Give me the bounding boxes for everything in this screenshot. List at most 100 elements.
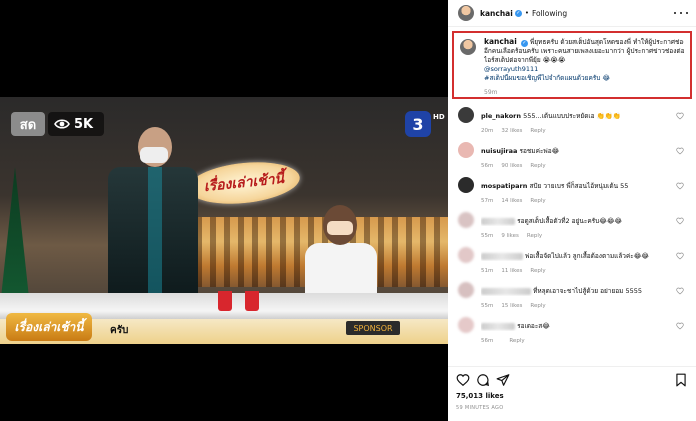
blurred-username xyxy=(481,287,531,295)
comment-body: พ่อเสื้อจัดไปแล้ว ลูกเสื้อต้องตามแล้วค่ะ… xyxy=(481,251,661,261)
christmas-tree xyxy=(0,167,30,307)
like-count[interactable]: 75,013 likes xyxy=(456,392,504,400)
blurred-username xyxy=(481,217,515,225)
comment-like-icon[interactable] xyxy=(676,322,684,330)
comment-avatar[interactable] xyxy=(458,282,474,298)
comment-avatar[interactable] xyxy=(458,177,474,193)
eye-icon xyxy=(54,119,70,129)
comment-meta: 51m 11 likes Reply xyxy=(481,268,546,274)
comment-time: 56m xyxy=(481,338,494,344)
view-count: 5K xyxy=(74,116,94,132)
comment-likes[interactable]: 32 likes xyxy=(501,128,522,134)
comment-likes[interactable]: 90 likes xyxy=(501,163,522,169)
comment-like-icon[interactable] xyxy=(676,147,684,155)
comment-body: ที่หลุดเอาจะชาไปสู้ด้วย อย่ายอม 5555 xyxy=(481,286,661,296)
sponsor-tag: SPONSOR xyxy=(346,321,400,335)
show-logo-text: เรื่องเล่าเช้านี้ xyxy=(203,170,285,196)
comment-row: รอดูสเต็ปเสื้อตัวที่2 อยู่นะครับ😂😂😂 55m … xyxy=(448,210,696,245)
comment-like-icon[interactable] xyxy=(676,112,684,120)
caption-username[interactable]: kanchai xyxy=(484,37,517,46)
comment-like-icon[interactable] xyxy=(676,252,684,260)
reply-link[interactable]: Reply xyxy=(530,128,545,134)
comment-avatar[interactable] xyxy=(458,212,474,228)
comment-like-icon[interactable] xyxy=(676,217,684,225)
comment-avatar[interactable] xyxy=(458,247,474,263)
red-mug xyxy=(245,291,259,311)
show-logo: เรื่องเล่าเช้านี้ xyxy=(186,157,302,209)
reply-link[interactable]: Reply xyxy=(527,233,542,239)
video-frame[interactable]: เรื่องเล่าเช้านี้ เรื่องเล่าเช้านี้ ครับ… xyxy=(0,97,448,344)
female-presenter xyxy=(305,205,377,305)
post-header: kanchai ✓ • Following xyxy=(448,0,696,27)
caption-mention[interactable]: @sorrayuth9111 xyxy=(484,65,684,74)
comment-time: 20m xyxy=(481,128,494,134)
comment-text: รอชมค่ะพ่อ😂 xyxy=(519,147,560,155)
comment-meta: 55m 15 likes Reply xyxy=(481,303,546,309)
reply-link[interactable]: Reply xyxy=(530,268,545,274)
live-badge: สด xyxy=(11,112,45,136)
comment-body: รอดูสเต็ปเสื้อตัวที่2 อยู่นะครับ😂😂😂 xyxy=(481,216,661,226)
reply-link[interactable]: Reply xyxy=(530,198,545,204)
comment-avatar[interactable] xyxy=(458,317,474,333)
comment-meta: 56m 90 likes Reply xyxy=(481,163,546,169)
comment-username[interactable]: mospatiparn xyxy=(481,182,527,190)
comment-likes[interactable]: 11 likes xyxy=(501,268,522,274)
comment-text: พ่อเสื้อจัดไปแล้ว ลูกเสื้อต้องตามแล้วค่ะ… xyxy=(525,252,649,260)
video-player[interactable]: เรื่องเล่าเช้านี้ เรื่องเล่าเช้านี้ ครับ… xyxy=(0,0,448,421)
comment-time: 55m xyxy=(481,303,494,309)
comment-row: mospatiparn สปัย วายเบร พี่ก็สอนไอ้หนุ่ม… xyxy=(448,175,696,210)
comment-time: 55m xyxy=(481,233,494,239)
comment-row: รอเดอะส😂 56m Reply xyxy=(448,315,696,350)
comment-likes[interactable]: 14 likes xyxy=(501,198,522,204)
header-username[interactable]: kanchai xyxy=(480,9,513,18)
comment-avatar[interactable] xyxy=(458,142,474,158)
comments-list: ple_nakorn 555...เต้นแบบประหยัดเอ 👏👏👏 20… xyxy=(448,105,696,350)
like-heart-icon[interactable] xyxy=(456,373,470,387)
comment-text: 555...เต้นแบบประหยัดเอ 👏👏👏 xyxy=(523,112,621,120)
comment-row: พ่อเสื้อจัดไปแล้ว ลูกเสื้อต้องตามแล้วค่ะ… xyxy=(448,245,696,280)
comment-text: รอดูสเต็ปเสื้อตัวที่2 อยู่นะครับ😂😂😂 xyxy=(517,217,623,225)
comment-icon[interactable] xyxy=(476,373,490,387)
post-caption: kanchai ✓ พี่ยุทธครับ ด้วยสเต็ปอันสุดโหด… xyxy=(452,31,692,99)
comment-likes[interactable]: 15 likes xyxy=(501,303,522,309)
channel-hd-label: HD xyxy=(433,113,445,121)
reply-link[interactable]: Reply xyxy=(509,338,524,344)
comment-meta: 20m 32 likes Reply xyxy=(481,128,546,134)
comment-text: รอเดอะส😂 xyxy=(517,322,550,330)
comment-avatar[interactable] xyxy=(458,107,474,123)
avatar[interactable] xyxy=(458,5,474,21)
comment-body: รอเดอะส😂 xyxy=(481,321,661,331)
comment-body: ple_nakorn 555...เต้นแบบประหยัดเอ 👏👏👏 xyxy=(481,111,661,121)
comment-username[interactable]: ple_nakorn xyxy=(481,112,521,120)
lower-third-caption: ครับ xyxy=(110,325,129,336)
comment-like-icon[interactable] xyxy=(676,287,684,295)
lower-third-logo: เรื่องเล่าเช้านี้ xyxy=(6,313,92,341)
reply-link[interactable]: Reply xyxy=(530,303,545,309)
comment-like-icon[interactable] xyxy=(676,182,684,190)
separator-dot: • xyxy=(524,9,529,17)
view-count-badge: 5K xyxy=(48,112,104,136)
caption-avatar[interactable] xyxy=(460,39,476,55)
post-panel: kanchai ✓ • Following kanchai ✓ พี่ยุทธค… xyxy=(448,0,696,421)
caption-line: ไอร์สเต็ปต่อจากพี่ยุ้ย 😭😭😭 xyxy=(484,56,566,64)
reply-link[interactable]: Reply xyxy=(530,163,545,169)
save-bookmark-icon[interactable] xyxy=(674,373,688,387)
more-options-icon[interactable] xyxy=(674,9,688,17)
blurred-username xyxy=(481,322,515,330)
comment-row: ple_nakorn 555...เต้นแบบประหยัดเอ 👏👏👏 20… xyxy=(448,105,696,140)
comment-body: mospatiparn สปัย วายเบร พี่ก็สอนไอ้หนุ่ม… xyxy=(481,181,661,191)
caption-line: kanchai ✓ พี่ยุทธครับ ด้วยสเต็ปอันสุดโหด… xyxy=(484,37,684,47)
comment-username[interactable]: nuisujiraa xyxy=(481,147,517,155)
share-icon[interactable] xyxy=(496,373,510,387)
post-timestamp: 59 MINUTES AGO xyxy=(456,405,504,411)
following-button[interactable]: Following xyxy=(532,9,567,18)
red-mug xyxy=(218,291,232,311)
comment-likes[interactable]: 9 likes xyxy=(501,233,519,239)
lower-logo-text: เรื่องเล่าเช้านี้ xyxy=(14,319,84,334)
caption-hashtag[interactable]: #สเต็ปนี้ผมขอเชิญพี่ไปจำกัดแผนด้วยครับ 😂 xyxy=(484,74,684,83)
comment-time: 56m xyxy=(481,163,494,169)
verified-icon: ✓ xyxy=(514,9,522,17)
comment-time: 57m xyxy=(481,198,494,204)
caption-text: พี่ยุทธครับ ด้วยสเต็ปอันสุดโหดของพี่ ทำใ… xyxy=(529,38,684,46)
comment-meta: 55m 9 likes Reply xyxy=(481,233,542,239)
